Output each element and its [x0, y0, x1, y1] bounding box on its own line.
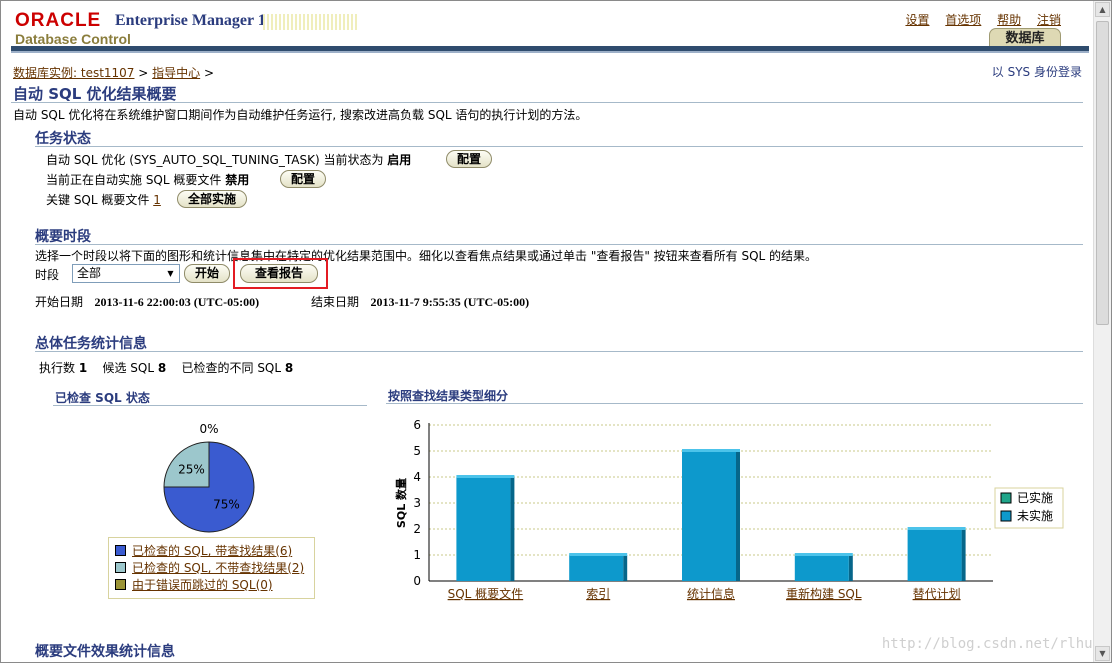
- y-tick-label: 5: [413, 444, 421, 458]
- bar-shadow: [510, 477, 515, 581]
- product-name: Enterprise Manager 11g: [115, 12, 281, 29]
- divider: [35, 244, 1083, 245]
- header-decoration: [263, 14, 359, 30]
- help-link[interactable]: 帮助: [997, 13, 1021, 27]
- bar-shadow: [961, 529, 966, 581]
- bar-top: [682, 449, 740, 452]
- pie-slice-label: 75%: [213, 498, 240, 512]
- page-title: 自动 SQL 优化结果概要: [13, 85, 177, 103]
- summary-period-heading: 概要时段: [35, 229, 91, 245]
- configure-button[interactable]: 配置: [446, 150, 493, 168]
- x-tick-label[interactable]: 索引: [586, 587, 610, 601]
- sql-status-heading: 已检查 SQL 状态: [55, 391, 150, 405]
- login-status: 以 SYS 身份登录: [991, 65, 1082, 79]
- preferences-link[interactable]: 首选项: [945, 13, 981, 27]
- scroll-thumb[interactable]: [1096, 21, 1109, 325]
- legend-item-without-findings[interactable]: 已检查的 SQL, 不带查找结果(2): [115, 559, 304, 576]
- bar[interactable]: [569, 555, 624, 581]
- legend-item-skipped[interactable]: 由于错误而跳过的 SQL(0): [115, 576, 273, 593]
- bar-shadow: [736, 451, 740, 581]
- configure-button-2[interactable]: 配置: [280, 170, 327, 188]
- y-tick-label: 3: [413, 496, 421, 510]
- vertical-scrollbar[interactable]: ▲ ▼: [1093, 1, 1111, 662]
- bar-top: [569, 553, 628, 556]
- y-tick-label: 6: [413, 418, 421, 432]
- period-label: 时段: [35, 268, 60, 282]
- breadcrumb-advisor-central[interactable]: 指导中心: [152, 66, 200, 80]
- divider: [35, 351, 1083, 352]
- pie-chart: 75% 25% 0%: [163, 422, 255, 533]
- legend-label: 未实施: [1017, 508, 1053, 523]
- breadcrumb-separator: >: [204, 66, 215, 80]
- end-date: 结束日期 2013-11-7 9:55:35 (UTC-05:00): [311, 295, 530, 309]
- divider: [35, 146, 1083, 147]
- oracle-logo: ORACLE: [15, 10, 102, 31]
- implement-all-button[interactable]: 全部实施: [177, 190, 248, 208]
- breadcrumb-db-instance[interactable]: 数据库实例: test1107: [13, 66, 134, 80]
- bar-shadow: [623, 555, 628, 581]
- bar-chart: 0 1 2 3 4 5 6 SQL 数量 SQL 概要文件 索引 统计信息 重新构建 SQL 替代计划 已…: [394, 418, 1064, 601]
- auto-implement-value: 禁用: [225, 173, 250, 187]
- setup-link[interactable]: 设置: [905, 13, 929, 27]
- legend-item-with-findings[interactable]: 已检查的 SQL, 带查找结果(6): [115, 542, 292, 559]
- breadcrumb-separator: >: [138, 66, 149, 80]
- pie-slice-label: 25%: [178, 462, 205, 476]
- task-status-line: 自动 SQL 优化 (SYS_AUTO_SQL_TUNING_TASK) 当前状…: [46, 153, 412, 167]
- overall-stats-heading: 总体任务统计信息: [35, 336, 147, 352]
- start-date: 开始日期 2013-11-6 22:00:03 (UTC-05:00): [35, 295, 260, 309]
- key-profiles-count-link[interactable]: 1: [153, 193, 161, 207]
- bar[interactable]: [456, 477, 511, 581]
- bar-top: [456, 475, 515, 478]
- profile-stats-heading: 概要文件效果统计信息: [35, 644, 175, 660]
- bar[interactable]: [907, 529, 962, 581]
- logout-link[interactable]: 注销: [1037, 13, 1061, 27]
- divider: [53, 405, 367, 406]
- highlight-box: [233, 258, 328, 289]
- auto-implement-line: 当前正在自动实施 SQL 概要文件 禁用: [46, 173, 250, 187]
- overall-stats-values: 执行数 1 候选 SQL 8 已检查的不同 SQL 8: [39, 361, 294, 375]
- bar-top: [794, 553, 853, 556]
- y-tick-label: 4: [413, 470, 421, 484]
- task-status-value: 启用: [387, 153, 412, 167]
- legend-swatch: [1000, 510, 1012, 522]
- product-subtitle: Database Control: [15, 31, 131, 47]
- header-bar: [11, 46, 1089, 53]
- pie-slice-label: 0%: [199, 422, 218, 436]
- legend-swatch: [1000, 492, 1012, 504]
- bar[interactable]: [682, 451, 736, 581]
- key-profiles-line: 关键 SQL 概要文件 1: [46, 193, 161, 207]
- task-status-heading: 任务状态: [35, 131, 91, 147]
- bar[interactable]: [794, 555, 849, 581]
- legend-swatch: [115, 579, 126, 590]
- chevron-down-icon: ▼: [163, 266, 178, 281]
- divider: [11, 102, 1083, 103]
- x-tick-label[interactable]: 统计信息: [687, 586, 735, 601]
- go-button[interactable]: 开始: [184, 264, 231, 283]
- y-tick-label: 0: [413, 574, 421, 588]
- findings-breakdown-heading: 按照查找结果类型细分: [388, 389, 509, 403]
- x-tick-label[interactable]: 替代计划: [913, 587, 961, 601]
- y-axis-label: SQL 数量: [394, 478, 408, 528]
- bar-shadow: [848, 555, 853, 581]
- legend-label: 已实施: [1017, 490, 1053, 505]
- breadcrumb: 数据库实例: test1107 > 指导中心 >: [13, 64, 214, 81]
- summary-period-instruction: 选择一个时段以将下面的图形和统计信息集中在特定的优化结果范围中。细化以查看焦点结…: [35, 249, 818, 263]
- watermark: http://blog.csdn.net/rlhua: [881, 636, 1101, 652]
- scroll-up-icon[interactable]: ▲: [1095, 2, 1110, 17]
- global-links: 设置 首选项 帮助 注销: [893, 11, 1061, 28]
- period-select[interactable]: 全部 ▼: [72, 264, 180, 283]
- y-tick-label: 2: [413, 522, 421, 536]
- browser-viewport: ORACLE Enterprise Manager 11g Database C…: [0, 0, 1112, 663]
- scroll-down-icon[interactable]: ▼: [1095, 646, 1110, 661]
- y-tick-label: 1: [413, 548, 421, 562]
- page-description: 自动 SQL 优化将在系统维护窗口期间作为自动维护任务运行, 搜索改进高负载 S…: [13, 108, 588, 122]
- x-tick-label[interactable]: SQL 概要文件: [448, 586, 524, 601]
- x-tick-label[interactable]: 重新构建 SQL: [786, 586, 862, 601]
- bar-top: [907, 527, 966, 530]
- divider: [386, 403, 1083, 404]
- pie-legend: 已检查的 SQL, 带查找结果(6) 已检查的 SQL, 不带查找结果(2) 由…: [108, 537, 315, 599]
- legend-swatch: [115, 545, 126, 556]
- legend-swatch: [115, 562, 126, 573]
